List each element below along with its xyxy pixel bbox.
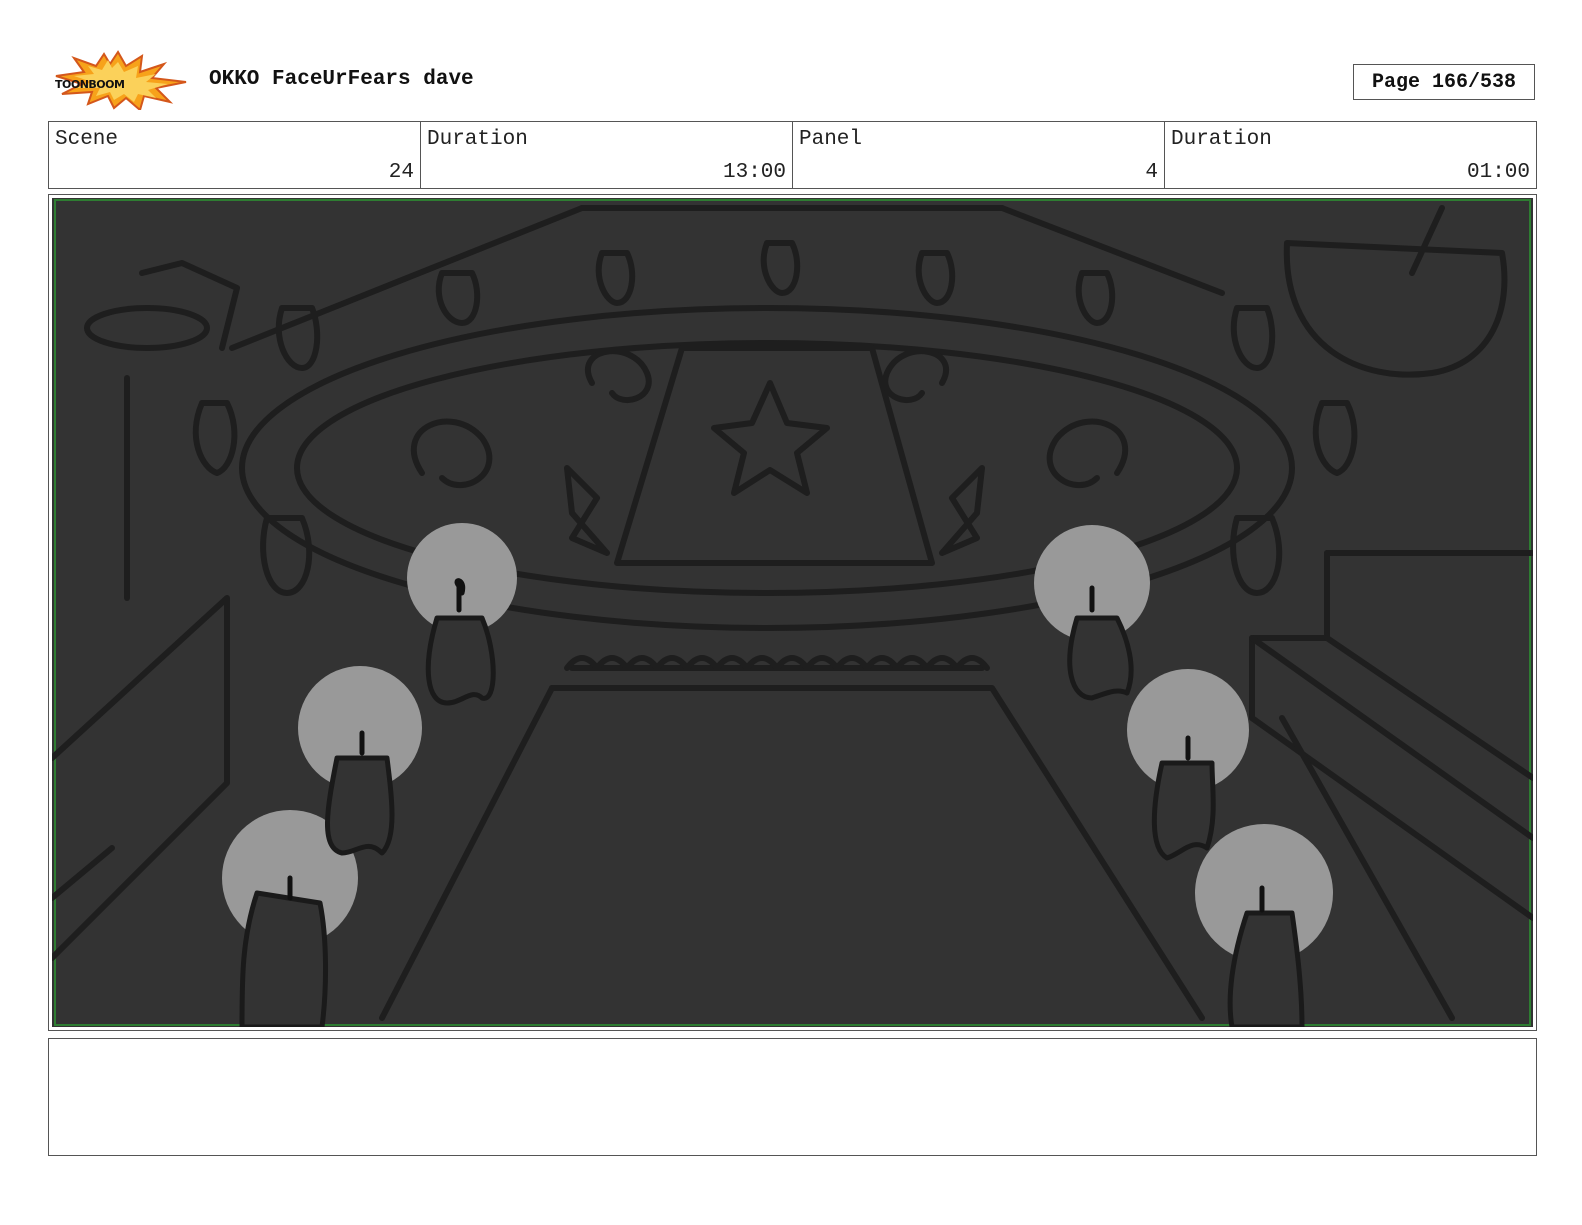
panel-duration-cell: Duration 01:00: [1165, 122, 1536, 188]
scene-info-row: Scene 24 Duration 13:00 Panel 4 Duration…: [48, 121, 1537, 189]
scene-duration-cell: Duration 13:00: [421, 122, 793, 188]
storyboard-panel-drawing: [52, 198, 1533, 1027]
panel-duration-label: Duration: [1171, 128, 1272, 151]
toonboom-logo: TOONBOOM: [55, 50, 187, 110]
scene-duration-label: Duration: [427, 128, 528, 151]
scene-label: Scene: [55, 128, 119, 151]
scene-value: 24: [388, 161, 414, 184]
panel-notes-box: [48, 1038, 1537, 1156]
panel-label: Panel: [799, 128, 863, 151]
panel-duration-value: 01:00: [1466, 161, 1530, 184]
scene-duration-value: 13:00: [722, 161, 786, 184]
panel-value: 4: [1145, 161, 1158, 184]
page-indicator: Page 166/538: [1353, 64, 1535, 100]
panel-cell: Panel 4: [793, 122, 1165, 188]
logo-wordmark: TOONBOOM: [55, 78, 124, 91]
document-title: OKKO FaceUrFears dave: [209, 68, 474, 91]
scene-cell: Scene 24: [49, 122, 421, 188]
